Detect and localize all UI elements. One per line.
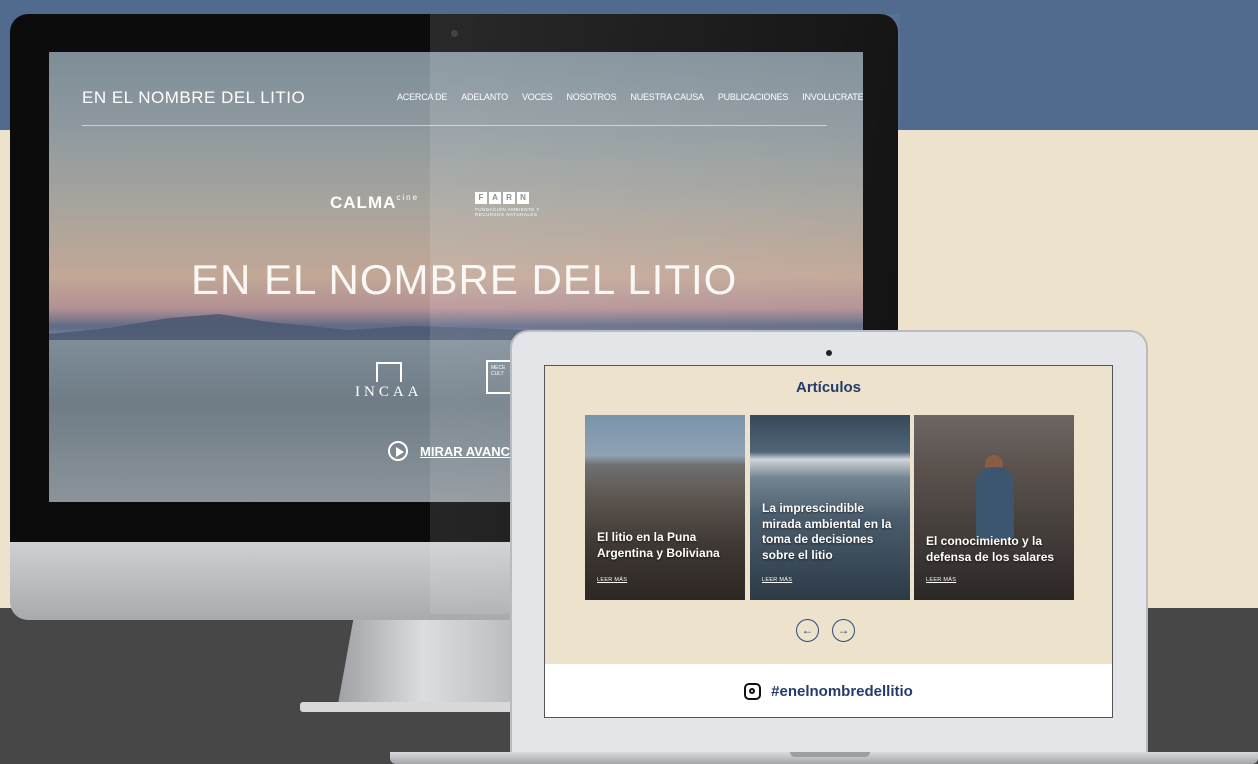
play-icon	[388, 441, 408, 461]
read-more-link[interactable]: LEER MÁS	[926, 577, 956, 583]
article-title: La imprescindible mirada ambiental en la…	[762, 501, 892, 562]
instagram-bar: #enelnombredellitio	[545, 664, 1112, 717]
read-more-link[interactable]: LEER MÁS	[597, 577, 627, 583]
farn-logo: F A R N FUNDACIÓN AMBIENTE Y RECURSOS NA…	[475, 192, 540, 217]
article-card[interactable]: La imprescindible mirada ambiental en la…	[750, 415, 910, 600]
arrow-right-icon[interactable]: →	[832, 619, 855, 642]
read-more-link[interactable]: LEER MÁS	[762, 577, 792, 583]
article-title: El litio en la Puna Argentina y Bolivian…	[597, 530, 720, 560]
nav-item-nuestra-causa[interactable]: NUESTRA CAUSA	[630, 92, 704, 102]
calma-cine-logo: CALMAcine	[330, 193, 420, 212]
nav-item-nosotros[interactable]: NOSOTROS	[566, 92, 616, 102]
nav-item-voces[interactable]: VOCES	[522, 92, 553, 102]
imac-stand	[338, 620, 528, 704]
article-card[interactable]: El conocimiento y la defensa de los sala…	[914, 415, 1074, 600]
header-divider	[82, 125, 827, 126]
laptop-screen: Artículos El litio en la Puna Argentina …	[544, 365, 1113, 718]
nav-item-publicaciones[interactable]: PUBLICACIONES	[718, 92, 789, 102]
instagram-icon[interactable]	[744, 683, 762, 700]
watch-trailer-button[interactable]: MIRAR AVANC	[388, 441, 510, 461]
site-logo[interactable]: EN EL NOMBRE DEL LITIO	[82, 88, 305, 108]
nav-item-involucrate[interactable]: INVOLUCRATE	[802, 92, 863, 102]
article-title: El conocimiento y la defensa de los sala…	[926, 534, 1055, 564]
person-photo-body	[976, 467, 1014, 539]
nav-item-adelanto[interactable]: ADELANTO	[461, 92, 508, 102]
article-card[interactable]: El litio en la Puna Argentina y Bolivian…	[585, 415, 745, 600]
instagram-hashtag[interactable]: #enelnombredellitio	[771, 683, 913, 700]
nav-item-acerca-de[interactable]: ACERCA DE	[397, 92, 447, 102]
laptop-camera	[826, 350, 832, 356]
watch-trailer-label: MIRAR AVANC	[420, 443, 511, 459]
laptop-notch	[790, 752, 870, 757]
main-nav: ACERCA DE ADELANTO VOCES NOSOTROS NUESTR…	[397, 92, 863, 102]
incaa-logo: INCAA	[355, 362, 423, 401]
carousel-nav: ← →	[796, 619, 855, 642]
hero-title: EN EL NOMBRE DEL LITIO	[191, 256, 738, 303]
imac-camera	[451, 30, 458, 37]
arrow-left-icon[interactable]: ←	[796, 619, 819, 642]
articles-section-title: Artículos	[795, 379, 861, 396]
